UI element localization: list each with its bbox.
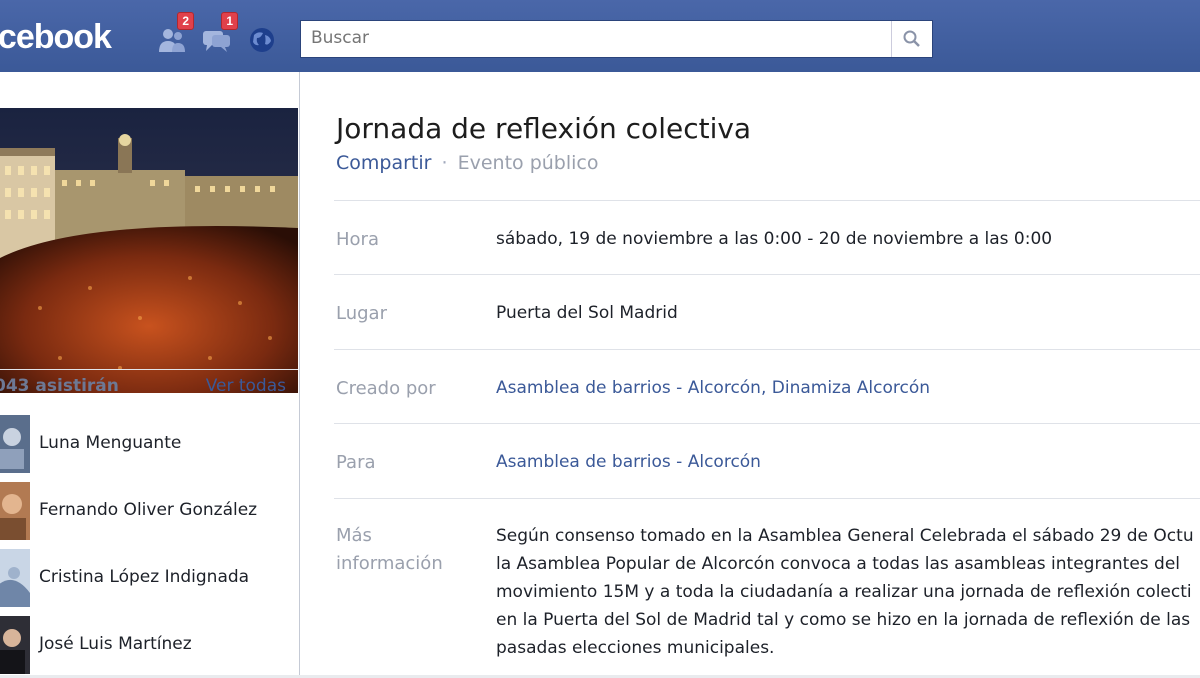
attendee-name[interactable]: Cristina López Indignada: [39, 567, 249, 587]
attendee-item[interactable]: José Luis Martínez: [0, 616, 298, 678]
time-value: sábado, 19 de noviembre a las 0:00 - 20 …: [496, 229, 1053, 249]
attendee-item[interactable]: Fernando Oliver González: [0, 482, 298, 544]
attendee-name[interactable]: Fernando Oliver González: [39, 500, 257, 520]
search-icon: [903, 30, 920, 47]
messages-icon[interactable]: 1: [200, 12, 238, 56]
search-box: [300, 20, 933, 58]
event-subtitle: Compartir · Evento público: [336, 152, 599, 174]
friend-requests-badge: 2: [177, 12, 194, 30]
attending-count: 043 asistirán: [0, 376, 119, 396]
event-cover-photo[interactable]: [0, 108, 298, 393]
avatar[interactable]: [0, 482, 30, 540]
top-bar: acebook 2 1: [0, 0, 1200, 73]
info-line: la Asamblea Popular de Alcorcón convoca …: [496, 554, 1181, 574]
more-info-label-1: Más: [336, 525, 372, 546]
created-by-label: Creado por: [336, 378, 436, 399]
info-line: movimiento 15M y a toda la ciudadanía a …: [496, 582, 1192, 602]
info-line: Según consenso tomado en la Asamblea Gen…: [496, 526, 1194, 546]
row-time: Hora sábado, 19 de noviembre a las 0:00 …: [334, 200, 1200, 275]
created-by-value[interactable]: Asamblea de barrios - Alcorcón, Dinamiza…: [496, 378, 930, 398]
avatar[interactable]: [0, 616, 30, 674]
share-link[interactable]: Compartir: [336, 152, 431, 174]
facebook-logo[interactable]: acebook: [0, 18, 112, 57]
attendee-item[interactable]: Cristina López Indignada: [0, 549, 298, 611]
row-for: Para Asamblea de barrios - Alcorcón: [334, 423, 1200, 499]
search-button[interactable]: [891, 21, 932, 57]
event-title: Jornada de reflexión colectiva: [336, 112, 752, 145]
separator-dot: ·: [441, 152, 448, 174]
attendee-name[interactable]: Luna Menguante: [39, 433, 181, 453]
attendee-item[interactable]: Luna Menguante: [0, 415, 298, 477]
for-label: Para: [336, 452, 376, 473]
row-more-info: Más información Según consenso tomado en…: [334, 498, 1200, 676]
avatar[interactable]: [0, 549, 30, 607]
avatar[interactable]: [0, 415, 30, 473]
notifications-globe-icon[interactable]: [245, 22, 279, 56]
event-details: Jornada de reflexión colectiva Compartir…: [300, 72, 1200, 675]
more-info-text: Según consenso tomado en la Asamblea Gen…: [496, 522, 1200, 662]
location-value: Puerta del Sol Madrid: [496, 303, 678, 323]
time-label: Hora: [336, 229, 379, 250]
see-all-link[interactable]: Ver todas: [206, 376, 286, 396]
search-input[interactable]: [301, 21, 901, 55]
row-created-by: Creado por Asamblea de barrios - Alcorcó…: [334, 349, 1200, 424]
for-value[interactable]: Asamblea de barrios - Alcorcón: [496, 452, 761, 472]
location-label: Lugar: [336, 303, 387, 324]
row-location: Lugar Puerta del Sol Madrid: [334, 274, 1200, 350]
info-line: en la Puerta del Sol de Madrid tal y com…: [496, 610, 1191, 630]
attendee-name[interactable]: José Luis Martínez: [39, 634, 192, 654]
event-privacy: Evento público: [457, 152, 599, 174]
left-column: 043 asistirán Ver todas Luna Menguante F…: [0, 72, 300, 675]
messages-badge: 1: [221, 12, 238, 30]
attendees-header: 043 asistirán Ver todas: [0, 369, 298, 410]
more-info-label-2: información: [336, 553, 443, 574]
friend-requests-icon[interactable]: 2: [156, 12, 194, 56]
info-line: pasadas elecciones municipales.: [496, 638, 775, 658]
